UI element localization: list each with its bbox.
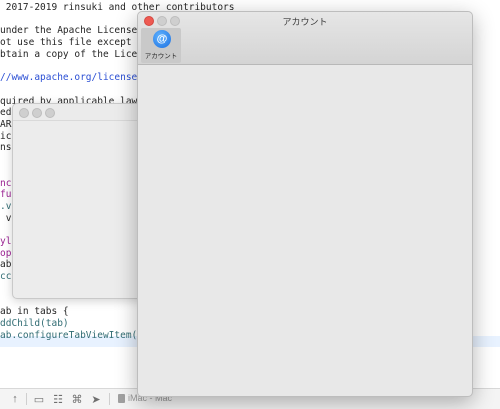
- code-line: ed: [0, 107, 12, 119]
- tab-account[interactable]: @ アカウント: [141, 28, 181, 63]
- minimize-button[interactable]: [32, 108, 42, 118]
- memory-graph-icon[interactable]: ⌘: [70, 392, 84, 406]
- tab-account-label: アカウント: [144, 53, 178, 60]
- status-divider: [26, 393, 27, 405]
- account-preferences-window[interactable]: アカウント @ アカウント: [137, 11, 473, 397]
- at-sign-icon: @: [153, 30, 171, 48]
- close-button[interactable]: [19, 108, 29, 118]
- upload-icon[interactable]: ↑: [8, 392, 22, 406]
- background-window-titlebar[interactable]: [13, 104, 151, 121]
- code-line: ab in tabs {: [0, 306, 69, 318]
- zoom-button[interactable]: [45, 108, 55, 118]
- breakpoint-icon[interactable]: ▭: [32, 392, 46, 406]
- background-window[interactable]: [12, 103, 152, 299]
- window-toolbar: アカウント @ アカウント: [138, 12, 472, 65]
- location-icon[interactable]: ➤: [89, 392, 103, 406]
- device-icon: [118, 393, 125, 403]
- window-title: アカウント: [282, 17, 328, 27]
- status-divider: [109, 393, 110, 405]
- debug-hierarchy-icon[interactable]: ☷: [51, 392, 65, 406]
- code-line: ddChild(tab): [0, 317, 69, 329]
